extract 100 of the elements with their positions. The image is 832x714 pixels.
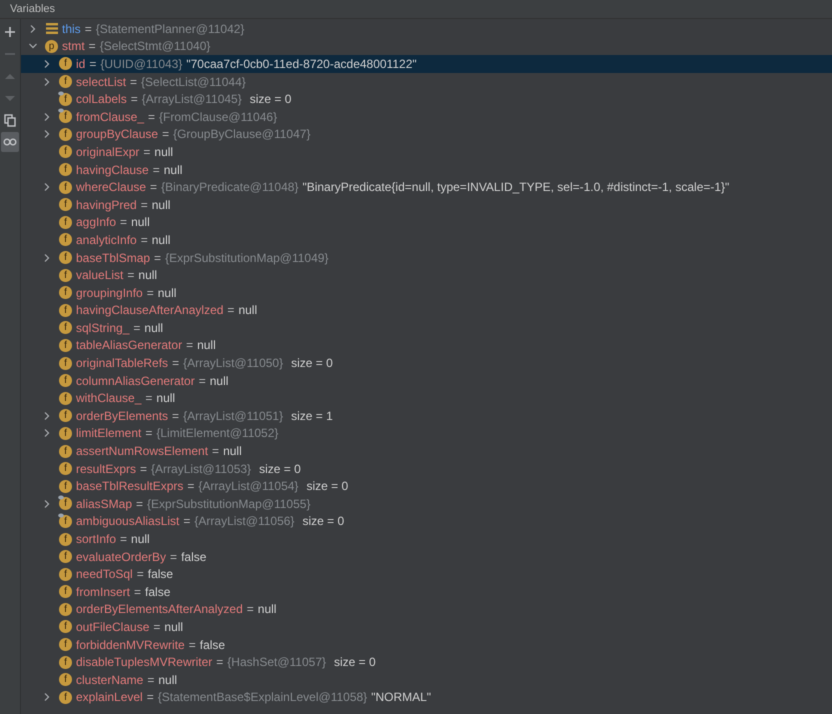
tree-row[interactable]: f sqlString_ = null (21, 319, 832, 337)
variable-value: null (164, 620, 184, 634)
variable-name: explainLevel (76, 690, 143, 704)
tree-row[interactable]: f groupByClause = {GroupByClause@11047} (21, 126, 832, 144)
field-icon: f (59, 480, 72, 493)
tree-row[interactable]: f havingClauseAfterAnaylzed = null (21, 302, 832, 320)
field-icon: f (59, 110, 72, 124)
tree-row[interactable]: f tableAliasGenerator = null (21, 336, 832, 354)
variable-name: limitElement (76, 426, 142, 440)
variable-name: fromClause_ (76, 110, 144, 124)
variable-value: false (200, 638, 226, 652)
tree-row[interactable]: f explainLevel = {StatementBase$ExplainLevel@11058} "NORMAL" (21, 688, 832, 706)
variable-name: colLabels (76, 92, 127, 106)
variable-name: aliasSMap (76, 496, 132, 511)
variable-value: null (152, 198, 170, 212)
chevron-right-icon[interactable] (43, 412, 51, 420)
equals-sign: = (162, 127, 170, 142)
field-icon: f (59, 602, 72, 616)
tree-row[interactable]: f orderByElements = {ArrayList@11051} size = 1 (21, 407, 832, 425)
object-type: {ArrayList@11045} (142, 92, 242, 106)
chevron-right-icon[interactable] (43, 130, 51, 138)
field-icon: f (59, 180, 72, 194)
tree-row[interactable]: f id = {UUID@11043} "70caa7cf-0cb0-11ed-8720-acde48001122" (21, 55, 832, 73)
chevron-right-icon[interactable] (43, 693, 51, 702)
tree-row[interactable]: f outFileClause = null (21, 618, 832, 636)
tree-row[interactable]: f withClause_ = null (21, 389, 832, 408)
tree-row[interactable]: f disableTuplesMVRewriter = {HashSet@11057} size = 0 (21, 653, 832, 671)
chevron-right-icon[interactable] (43, 60, 51, 68)
variable-name: clusterName (76, 672, 144, 687)
equals-sign: = (84, 22, 92, 36)
tree-row[interactable]: f fromClause_ = {FromClause@11046} (21, 108, 832, 126)
panel-title: Variables (10, 3, 56, 15)
field-icon: f (59, 57, 72, 70)
chevron-right-icon[interactable] (43, 254, 51, 262)
tree-row[interactable]: f sortInfo = null (21, 530, 832, 548)
field-icon: f (59, 338, 72, 352)
chevron-right-icon[interactable] (43, 429, 51, 438)
tree-row[interactable]: f assertNumRowsElement = null (21, 442, 832, 460)
tree-row[interactable]: f clusterName = null (21, 670, 832, 689)
tree-row[interactable]: f baseTblResultExprs = {ArrayList@11054} size = 0 (21, 477, 832, 496)
tree-row[interactable]: f havingPred = null (21, 196, 832, 214)
tree-row[interactable]: f analyticInfo = null (21, 231, 832, 249)
equals-sign: = (120, 532, 128, 546)
variable-name: orderByElementsAfterAnalyzed (76, 602, 243, 616)
field-icon: f (59, 198, 72, 212)
tree-row[interactable]: f limitElement = {LimitElement@11052} (21, 424, 832, 442)
chevron-down-icon[interactable] (29, 42, 37, 50)
equals-sign: = (172, 408, 180, 423)
chevron-right-icon[interactable] (43, 500, 51, 508)
tree-row[interactable]: f whereClause = {BinaryPredicate@11048} "BinaryPredicate{id=null, type=INVALID_TYPE, sel=-1.0, #distinct=-1, scale=-1}" (21, 178, 832, 196)
variable-name: sortInfo (76, 532, 116, 546)
field-icon: f (59, 409, 72, 422)
tree-row[interactable]: f columnAliasGenerator = null (21, 372, 832, 390)
tree-row[interactable]: f originalExpr = null (21, 143, 832, 161)
tree-row[interactable]: f evaluateOrderBy = false (21, 548, 832, 566)
tree-row[interactable]: f selectList = {SelectList@11044} (21, 72, 832, 90)
object-type: {SelectStmt@11040} (100, 39, 210, 54)
tree-row[interactable]: p stmt = {SelectStmt@11040} (21, 38, 832, 56)
tree-row[interactable]: this = {StatementPlanner@11042} (21, 20, 832, 38)
tree-row[interactable]: f orderByElementsAfterAnalyzed = null (21, 600, 832, 618)
variable-value: null (210, 374, 228, 388)
equals-sign: = (170, 550, 178, 564)
variable-name: orderByElements (76, 408, 168, 423)
equals-sign: = (136, 567, 144, 582)
tree-row[interactable]: f needToSql = false (21, 565, 832, 583)
variable-name: baseTblResultExprs (76, 479, 184, 494)
tree-row[interactable]: f originalTableRefs = {ArrayList@11050} size = 0 (21, 354, 832, 372)
chevron-right-icon[interactable] (29, 24, 37, 33)
tree-row[interactable]: f aggInfo = null (21, 214, 832, 232)
chevron-right-icon[interactable] (43, 78, 51, 86)
chevron-right-icon[interactable] (43, 183, 51, 192)
object-type: {StatementBase$ExplainLevel@11058} (158, 690, 368, 704)
variable-value: null (238, 303, 258, 318)
equals-sign: = (130, 92, 138, 106)
variable-value: null (154, 144, 174, 159)
tree-row[interactable]: f ambiguousAliasList = {ArrayList@11056} size = 0 (21, 512, 832, 530)
tree-row[interactable]: f fromInsert = false (21, 583, 832, 601)
field-icon: f (59, 514, 72, 528)
tree-row[interactable]: f valueList = null (21, 266, 832, 284)
variable-name: analyticInfo (76, 232, 137, 247)
chevron-right-icon[interactable] (43, 112, 51, 121)
equals-sign: = (147, 672, 154, 687)
tree-row[interactable]: f colLabels = {ArrayList@11045} size = 0 (21, 90, 832, 108)
field-icon: f (59, 92, 72, 106)
variable-value: null (158, 672, 178, 687)
object-type: {LimitElement@11052} (156, 426, 278, 440)
tree-row[interactable]: f forbiddenMVRewrite = false (21, 636, 832, 654)
tree-row[interactable]: f resultExprs = {ArrayList@11053} size = 0 (21, 460, 832, 478)
glasses-button[interactable] (1, 132, 19, 152)
tree-row[interactable]: f groupingInfo = null (21, 284, 832, 302)
variable-value: null (158, 286, 176, 300)
object-type: {ArrayList@11051} (183, 408, 284, 423)
variable-value: null (131, 532, 150, 546)
tree-row[interactable]: f havingClause = null (21, 160, 832, 178)
tree-row[interactable]: f aliasSMap = {ExprSubstitutionMap@11055} (21, 495, 832, 513)
equals-sign: = (153, 620, 160, 634)
size-label: size = 0 (306, 479, 348, 494)
tree-row[interactable]: f baseTblSmap = {ExprSubstitutionMap@11049} (21, 248, 832, 266)
equals-sign: = (216, 655, 224, 670)
parameter-icon: p (45, 40, 58, 53)
